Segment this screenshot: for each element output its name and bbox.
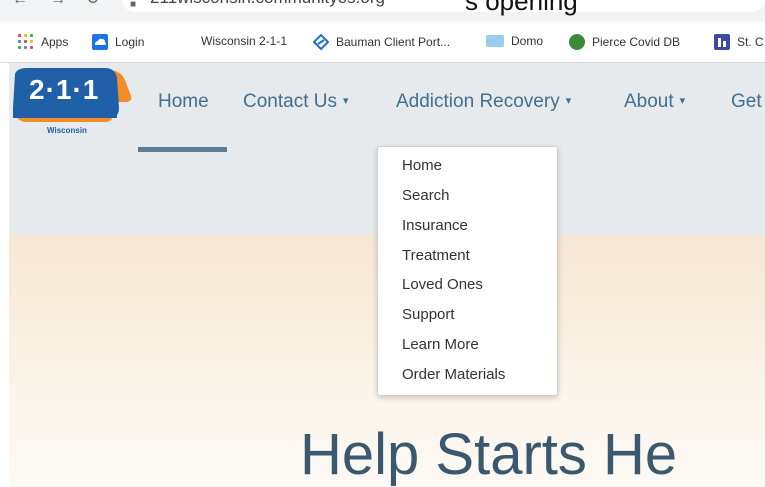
- menu-item-loved-ones[interactable]: Loved Ones: [402, 276, 483, 293]
- menu-item-search[interactable]: Search: [402, 187, 450, 204]
- chevron-down-icon: ▾: [565, 95, 572, 107]
- reload-icon[interactable]: ↻: [86, 0, 99, 9]
- logo-number: 2·1·1: [29, 74, 100, 105]
- nav-get[interactable]: Get: [731, 91, 762, 113]
- nav-about[interactable]: About ▾: [624, 91, 685, 113]
- menu-item-treatment[interactable]: Treatment: [402, 247, 470, 264]
- bookmark-label: Bauman Client Port...: [336, 35, 451, 49]
- site-logo[interactable]: 2·1·1 Wisconsin: [9, 66, 133, 156]
- menu-item-order-materials[interactable]: Order Materials: [402, 366, 505, 383]
- apps-grid-icon: [18, 34, 33, 49]
- diamond-logo-icon: [312, 33, 330, 51]
- bookmark-label: Wisconsin 2-1-1: [201, 34, 288, 48]
- bookmark-login[interactable]: Login: [92, 34, 144, 50]
- menu-item-learn-more[interactable]: Learn More: [402, 336, 479, 353]
- bookmark-pierce-covid[interactable]: Pierce Covid DB: [569, 34, 680, 50]
- cloud-icon: [92, 34, 108, 50]
- bookmark-bauman[interactable]: Bauman Client Port...: [312, 33, 451, 51]
- nav-contact-us[interactable]: Contact Us ▾: [243, 91, 349, 113]
- bookmark-domo[interactable]: Domo: [486, 34, 543, 48]
- nav-home-label: Home: [158, 91, 209, 112]
- chevron-down-icon: ▾: [679, 95, 686, 107]
- nav-contact-label: Contact Us: [243, 91, 337, 112]
- chevron-down-icon: ▾: [342, 95, 349, 107]
- url-text[interactable]: 211wisconsin.communityos.org: [150, 0, 385, 8]
- addiction-recovery-dropdown: Home Search Insurance Treatment Loved On…: [377, 146, 558, 396]
- bookmark-label: Domo: [511, 34, 544, 48]
- globe-icon: [569, 34, 585, 50]
- bookmark-label: St. C: [737, 35, 764, 49]
- domo-icon: [486, 35, 504, 47]
- browser-address-bar: ← → ↻ ■ 211wisconsin.communityos.org s o…: [0, 0, 765, 22]
- lock-icon: ■: [130, 0, 137, 10]
- menu-item-insurance[interactable]: Insurance: [402, 217, 468, 234]
- nav-get-label: Get: [731, 91, 762, 112]
- nav-addiction-recovery[interactable]: Addiction Recovery ▾: [396, 91, 571, 113]
- bookmark-label: Pierce Covid DB: [592, 35, 681, 49]
- bar-chart-icon: [714, 34, 730, 50]
- bookmark-apps[interactable]: Apps: [18, 34, 68, 49]
- nav-addiction-label: Addiction Recovery: [396, 91, 560, 112]
- bookmark-label: Login: [115, 35, 145, 49]
- bookmark-st-c[interactable]: St. C: [714, 34, 764, 50]
- active-nav-indicator: [138, 147, 227, 152]
- bookmarks-bar: Apps Login Wisconsin 2-1-1 Bauman Client…: [0, 22, 765, 63]
- menu-item-home[interactable]: Home: [402, 157, 442, 174]
- back-arrow-icon[interactable]: ←: [12, 0, 28, 9]
- bookmark-wisconsin-211[interactable]: Wisconsin 2-1-1: [201, 34, 287, 48]
- hero-title: Help Starts He: [300, 422, 678, 487]
- menu-item-support[interactable]: Support: [402, 306, 455, 323]
- nav-about-label: About: [624, 91, 674, 112]
- bookmark-label: Apps: [41, 34, 69, 49]
- overlay-caption: s opening: [465, 0, 578, 16]
- nav-home[interactable]: Home: [158, 91, 209, 113]
- logo-wisconsin: Wisconsin: [47, 126, 87, 135]
- forward-arrow-icon[interactable]: →: [50, 0, 66, 9]
